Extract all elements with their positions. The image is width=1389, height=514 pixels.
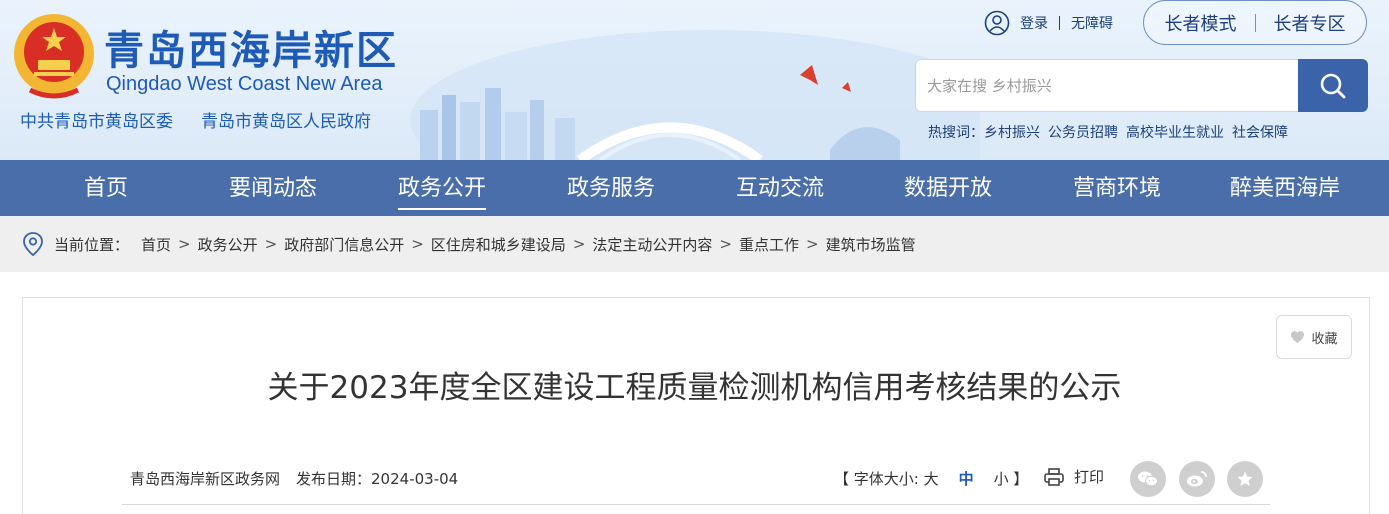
accessibility-link[interactable]: 无障碍 bbox=[1071, 13, 1113, 33]
hot-word[interactable]: 社会保障 bbox=[1232, 125, 1288, 141]
top-links: 登录 无障碍 bbox=[984, 9, 1113, 37]
breadcrumb-link[interactable]: 重点工作 bbox=[739, 234, 799, 255]
publish-date: 发布日期：2024-03-04 bbox=[296, 470, 459, 488]
breadcrumb-link[interactable]: 政府部门信息公开 bbox=[284, 234, 404, 255]
hot-word[interactable]: 高校毕业生就业 bbox=[1126, 125, 1224, 141]
org-party-link[interactable]: 中共青岛市黄岛区委 bbox=[20, 112, 173, 132]
site-header: 青岛西海岸新区 Qingdao West Coast New Area 中共青岛… bbox=[0, 0, 1389, 160]
emblem-icon bbox=[14, 14, 94, 99]
skyline-decoration bbox=[410, 30, 980, 160]
breadcrumb-separator: > bbox=[178, 235, 191, 253]
org-gov-link[interactable]: 青岛市黄岛区人民政府 bbox=[201, 112, 371, 132]
breadcrumb-separator: > bbox=[806, 235, 819, 253]
nav-item-gov-affairs[interactable]: 政务公开 bbox=[398, 160, 487, 216]
site-title: 青岛西海岸新区 bbox=[104, 28, 398, 74]
weibo-icon bbox=[1187, 471, 1207, 487]
nav-item-scenery[interactable]: 醉美西海岸 bbox=[1230, 160, 1340, 216]
collect-button[interactable]: 收藏 bbox=[1276, 315, 1352, 359]
font-size-small[interactable]: 小 】 bbox=[994, 470, 1029, 488]
breadcrumb-separator: > bbox=[719, 235, 732, 253]
breadcrumb-label: 当前位置： bbox=[54, 235, 130, 254]
elder-mode-button[interactable]: 长者模式 bbox=[1165, 10, 1237, 36]
nav-item-news[interactable]: 要闻动态 bbox=[229, 160, 317, 216]
search-button[interactable] bbox=[1298, 59, 1368, 112]
font-size-large[interactable]: 【 字体大小: 大 bbox=[834, 470, 939, 488]
breadcrumb-separator: > bbox=[411, 235, 424, 253]
divider bbox=[1059, 16, 1060, 30]
search-input[interactable] bbox=[915, 59, 1298, 112]
main-nav bbox=[0, 160, 1389, 216]
font-size-medium[interactable]: 中 bbox=[959, 470, 974, 488]
breadcrumb-link[interactable]: 建筑市场监管 bbox=[826, 234, 916, 255]
nav-item-business[interactable]: 营商环境 bbox=[1073, 160, 1161, 216]
hot-word[interactable]: 乡村振兴 bbox=[984, 125, 1040, 141]
hot-word[interactable]: 公务员招聘 bbox=[1048, 125, 1118, 141]
site-subtitle: Qingdao West Coast New Area bbox=[106, 73, 383, 95]
search-icon bbox=[1320, 73, 1346, 98]
elder-zone-button[interactable]: 长者专区 bbox=[1274, 10, 1346, 36]
org-line: 中共青岛市黄岛区委 青岛市黄岛区人民政府 bbox=[20, 107, 371, 132]
article-meta: 青岛西海岸新区政务网 发布日期：2024-03-04 bbox=[130, 468, 458, 489]
nav-item-open-data[interactable]: 数据开放 bbox=[904, 160, 992, 216]
font-size-control: 【 字体大小: 大 中 小 】 bbox=[834, 468, 1028, 489]
meta-divider bbox=[122, 504, 1270, 505]
breadcrumb-separator: > bbox=[264, 235, 278, 253]
elder-box: 长者模式 长者专区 bbox=[1143, 0, 1367, 45]
breadcrumb-separator: > bbox=[572, 235, 586, 253]
location-icon bbox=[23, 232, 43, 257]
divider bbox=[1254, 13, 1256, 32]
hot-label: 热搜词： bbox=[928, 125, 984, 141]
wechat-icon bbox=[1138, 471, 1158, 487]
article-source: 青岛西海岸新区政务网 bbox=[130, 470, 281, 488]
breadcrumb-link[interactable]: 法定主动公开内容 bbox=[592, 234, 712, 255]
article-title: 关于2023年度全区建设工程质量检测机构信用考核结果的公示 bbox=[267, 370, 1122, 406]
nav-item-home[interactable]: 首页 bbox=[84, 160, 128, 216]
login-link[interactable]: 登录 bbox=[1020, 13, 1048, 33]
print-icon bbox=[1044, 467, 1064, 486]
breadcrumb-link[interactable]: 区住房和城乡建设局 bbox=[431, 234, 566, 255]
nav-item-gov-services[interactable]: 政务服务 bbox=[567, 160, 655, 216]
print-button[interactable]: 打印 bbox=[1044, 466, 1104, 487]
star-icon bbox=[1237, 471, 1253, 486]
print-label: 打印 bbox=[1074, 468, 1105, 486]
collect-label: 收藏 bbox=[1311, 331, 1338, 347]
user-icon[interactable] bbox=[984, 10, 1010, 36]
nav-item-interaction[interactable]: 互动交流 bbox=[736, 160, 824, 216]
search-bar bbox=[915, 59, 1368, 112]
heart-icon bbox=[1291, 331, 1305, 343]
breadcrumb: 当前位置： 首页 > 政务公开 > 政府部门信息公开 > 区住房和城乡建设局 >… bbox=[22, 229, 916, 259]
breadcrumb-link[interactable]: 政务公开 bbox=[198, 234, 258, 255]
share-wechat-button[interactable] bbox=[1130, 461, 1166, 497]
share-favorite-button[interactable] bbox=[1227, 461, 1263, 497]
hot-search: 热搜词：乡村振兴 公务员招聘 高校毕业生就业 社会保障 bbox=[928, 122, 1296, 142]
breadcrumb-link[interactable]: 首页 bbox=[141, 234, 171, 255]
share-weibo-button[interactable] bbox=[1179, 461, 1215, 497]
